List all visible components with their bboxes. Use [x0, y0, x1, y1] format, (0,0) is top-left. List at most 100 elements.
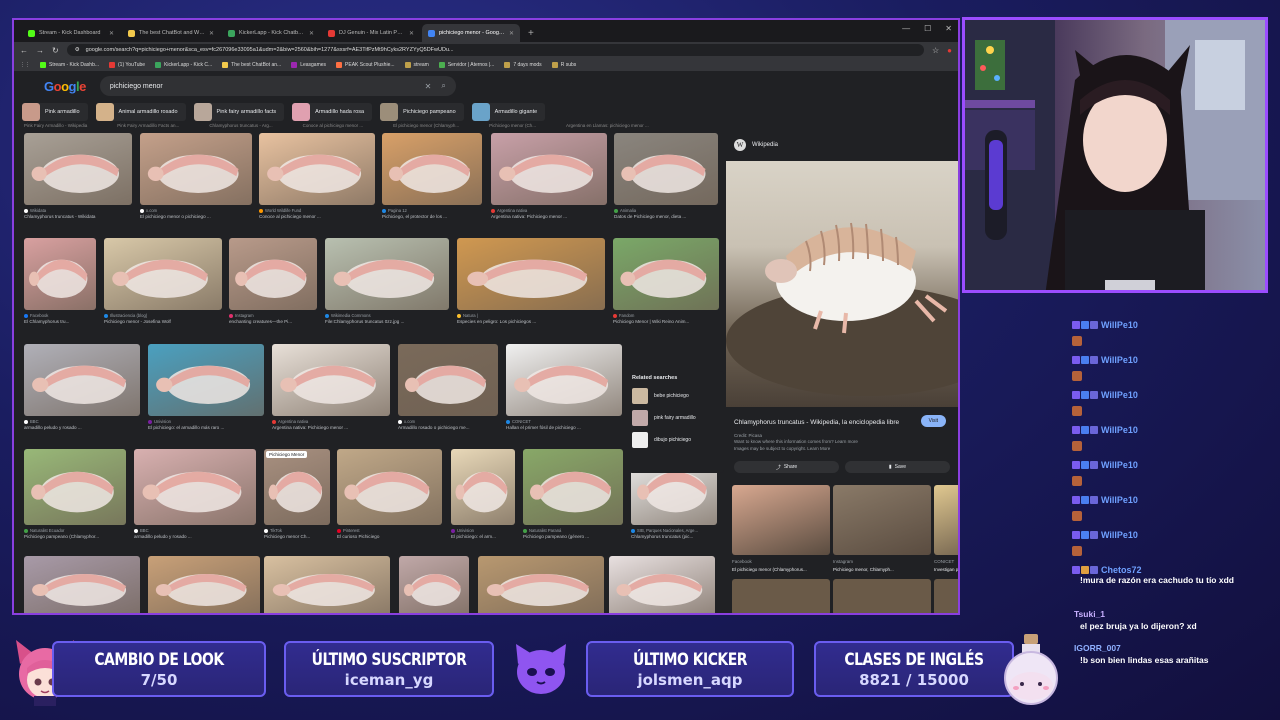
image-result[interactable] — [24, 238, 96, 310]
image-result[interactable] — [272, 344, 390, 416]
image-caption[interactable]: Fandom Pichiciego Menor | Wiki Reino Anim… — [613, 313, 719, 325]
chat-username[interactable]: WillPe10 — [1101, 390, 1138, 400]
image-result[interactable] — [614, 133, 718, 205]
image-caption[interactable]: x.com Armadillo rosado o pichiciego me... — [398, 419, 498, 431]
bookmark-item[interactable]: KickerLapp - Kick C... — [155, 61, 212, 68]
image-caption[interactable]: Wikimedia Commons File:Chlamyphorus trunc… — [325, 313, 449, 325]
panel-thumb[interactable] — [833, 485, 931, 555]
image-caption[interactable]: BBC armadillo peludo y rosado ... — [134, 528, 256, 540]
image-result[interactable] — [478, 556, 604, 613]
panel-thumb[interactable] — [934, 579, 958, 613]
clear-icon[interactable]: ✕ — [425, 82, 432, 91]
image-result[interactable] — [264, 556, 390, 613]
maximize-icon[interactable]: ☐ — [924, 24, 931, 33]
image-caption[interactable]: Pinterest El curioso Pichiciego — [337, 528, 442, 540]
browser-tab-active[interactable]: pichiciego menor - Google Sear... ✕ — [422, 24, 520, 42]
google-logo[interactable]: Google — [44, 79, 86, 94]
image-result[interactable] — [613, 238, 719, 310]
apps-icon[interactable]: ⋮⋮ — [20, 62, 30, 68]
image-result[interactable] — [229, 238, 317, 310]
image-caption[interactable]: Wikidata Chlamyphorus truncatus - Wikidat… — [24, 208, 132, 220]
chat-username[interactable]: WillPe10 — [1101, 460, 1138, 470]
close-tab-icon[interactable]: ✕ — [209, 30, 214, 37]
close-window-icon[interactable]: ✕ — [945, 24, 952, 33]
image-result[interactable] — [24, 133, 132, 205]
refine-chip[interactable]: Animal armadillo rosado — [95, 103, 186, 121]
panel-source[interactable]: W Wikipedia — [726, 131, 958, 159]
new-tab-icon[interactable]: + — [522, 24, 540, 42]
related-item[interactable]: pink fairy armadillo — [628, 407, 724, 429]
bookmark-item[interactable]: The best ChatBot an... — [222, 61, 281, 68]
bookmark-item[interactable]: Servidor | Aternos |... — [438, 61, 494, 68]
image-result[interactable] — [451, 449, 515, 525]
search-input[interactable]: pichiciego menor — [110, 83, 415, 90]
image-caption[interactable]: Univision El pichiciego: el arm... — [451, 528, 515, 540]
image-result[interactable] — [104, 238, 222, 310]
image-result[interactable] — [457, 238, 605, 310]
image-result[interactable] — [398, 344, 498, 416]
image-caption[interactable]: x.com El pichiciego menor o pichiciego ..… — [140, 208, 252, 220]
browser-tab[interactable]: Stream - Kick Dashboard ✕ — [22, 24, 120, 42]
share-button[interactable]: ⤴ Share — [734, 461, 839, 473]
image-result[interactable] — [523, 449, 623, 525]
panel-thumb[interactable] — [833, 579, 931, 613]
image-caption[interactable]: World Wildlife Fund Conoce al pichiciego … — [259, 208, 375, 220]
image-caption[interactable]: Natura | Especies en peligro: Los pichici… — [457, 313, 605, 325]
forward-icon[interactable]: → — [36, 46, 44, 55]
image-caption[interactable]: BBC armadillo peludo y rosado ... — [24, 419, 140, 431]
image-result[interactable] — [134, 449, 256, 525]
chat-username[interactable]: WillPe10 — [1101, 355, 1138, 365]
preview-title[interactable]: Chlamyphorus truncatus - Wikipedia, la e… — [734, 419, 904, 426]
browser-tab[interactable]: KickerLapp - Kick Chatbot and Over... ✕ — [222, 24, 320, 42]
save-button[interactable]: ▮ Save — [845, 461, 950, 473]
preview-image[interactable] — [726, 161, 958, 407]
refine-chip[interactable]: Armadillo gigante — [471, 103, 546, 121]
refine-chip[interactable]: Pink armadillo — [22, 103, 88, 121]
image-caption[interactable]: Facebook El Chlamyphorus tru... — [24, 313, 96, 325]
image-caption[interactable]: Animalia Datos de Pichiciego menor, dieta… — [614, 208, 718, 220]
image-result[interactable] — [506, 344, 622, 416]
image-caption[interactable]: Argentina nativa Argentina nativa: Pichic… — [272, 419, 390, 431]
panel-thumb[interactable] — [934, 485, 958, 555]
bookmark-item[interactable]: R subs — [551, 61, 576, 68]
image-result[interactable] — [24, 344, 140, 416]
image-result[interactable] — [148, 556, 260, 613]
image-caption[interactable]: Pagina 12 Pichiciego, el protector de los… — [382, 208, 482, 220]
bookmark-star-icon[interactable]: ☆ — [932, 46, 939, 55]
image-caption[interactable]: Illustraciencia (blog) Pichiciego menor -… — [104, 313, 222, 325]
image-caption[interactable]: CONICET Hallan el primer fósil de pichici… — [506, 419, 622, 431]
related-item[interactable]: dibujo pichiciego — [628, 429, 724, 451]
related-item[interactable]: bebe pichiciego — [628, 385, 724, 407]
close-tab-icon[interactable]: ✕ — [309, 30, 314, 37]
image-caption[interactable]: Naturalist Paraná Pichiciego pampeano (gé… — [523, 528, 623, 540]
chat-username[interactable]: WillPe10 — [1101, 495, 1138, 505]
browser-tab[interactable]: The best ChatBot and Widgets for K... ✕ — [122, 24, 220, 42]
search-box[interactable]: pichiciego menor ✕ ⌕ — [99, 76, 456, 96]
bookmark-item[interactable]: PEAK Scout Plushie... — [336, 61, 395, 68]
url-field[interactable]: ⚙ google.com/search?q=pichiciego+menor&sc… — [66, 44, 924, 56]
image-result[interactable] — [382, 133, 482, 205]
image-result[interactable] — [264, 449, 330, 525]
reload-icon[interactable]: ↻ — [52, 46, 59, 55]
image-result[interactable] — [259, 133, 375, 205]
image-caption[interactable]: TikTok Pichiciego menor Ch... — [264, 528, 330, 540]
image-result[interactable] — [24, 556, 140, 613]
chat-username[interactable]: WillPe10 — [1101, 425, 1138, 435]
site-info-icon[interactable]: ⚙ — [75, 47, 80, 53]
visit-button[interactable]: Visit — [920, 415, 946, 427]
panel-thumb[interactable] — [732, 579, 830, 613]
search-icon[interactable]: ⌕ — [441, 81, 445, 91]
back-icon[interactable]: ← — [20, 46, 28, 55]
image-result[interactable] — [609, 556, 715, 613]
bookmark-item[interactable]: Leasgames — [291, 61, 326, 68]
chat-username[interactable]: WillPe10 — [1101, 320, 1138, 330]
bookmark-item[interactable]: Stream - Kick Dashb... — [40, 61, 99, 68]
chat-username[interactable]: Tsuki_1 — [1074, 609, 1105, 619]
extension-icon[interactable]: ● — [947, 46, 952, 55]
image-caption[interactable]: Univision El pichiciego: el armadillo más… — [148, 419, 264, 431]
image-caption[interactable]: Naturalist Ecuador Pichiciego pampeano (C… — [24, 528, 126, 540]
close-tab-icon[interactable]: ✕ — [409, 30, 414, 37]
image-result[interactable] — [399, 556, 469, 613]
image-result[interactable] — [148, 344, 264, 416]
bookmark-item[interactable]: stream — [404, 61, 429, 68]
